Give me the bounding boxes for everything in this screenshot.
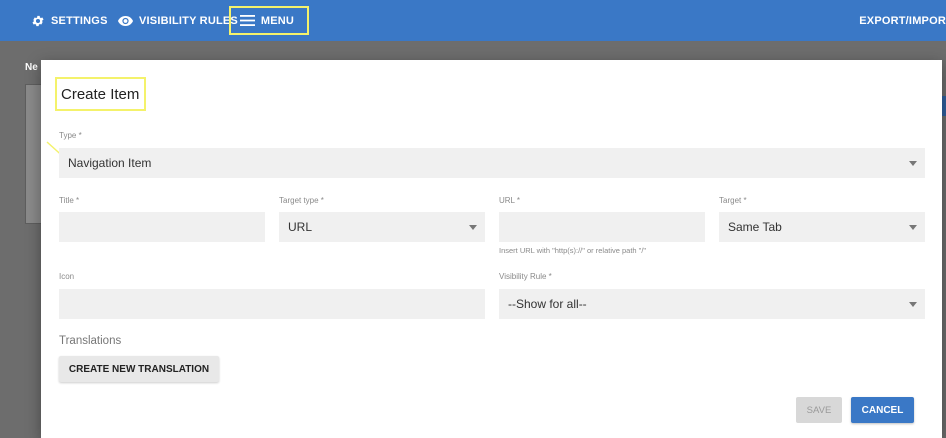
target-type-label: Target type *	[279, 196, 324, 205]
target-type-select-value: URL	[288, 220, 313, 234]
top-navigation-bar: SETTINGS VISIBILITY RULES MENU EXPORT/IM…	[0, 0, 946, 41]
visibility-rules-nav-button[interactable]: VISIBILITY RULES	[118, 0, 238, 41]
type-select[interactable]: Navigation Item	[59, 148, 925, 178]
visibility-rules-nav-label: VISIBILITY RULES	[139, 14, 238, 27]
icon-label: Icon	[59, 272, 75, 281]
background-page-title: Ne	[25, 62, 38, 73]
export-import-nav-button[interactable]: EXPORT/IMPOR	[859, 0, 946, 41]
type-label: Type *	[59, 131, 82, 140]
create-item-dialog: Create Item Type * Navigation Item Title…	[41, 60, 942, 438]
settings-nav-label: SETTINGS	[51, 14, 108, 27]
visibility-rule-label: Visibility Rule *	[499, 272, 552, 281]
create-new-translation-button[interactable]: CREATE NEW TRANSLATION	[59, 356, 219, 382]
eye-icon	[118, 15, 133, 26]
url-hint: Insert URL with "http(s)://" or relative…	[499, 246, 647, 255]
chevron-down-icon	[909, 302, 917, 307]
dialog-title: Create Item	[55, 77, 146, 111]
title-input[interactable]	[59, 212, 265, 242]
chevron-down-icon	[909, 161, 917, 166]
save-button[interactable]: SAVE	[796, 397, 842, 423]
url-input[interactable]	[499, 212, 705, 242]
chevron-down-icon	[469, 225, 477, 230]
gear-icon	[32, 15, 44, 26]
target-label: Target *	[719, 196, 747, 205]
chevron-down-icon	[909, 225, 917, 230]
menu-nav-label: MENU	[260, 14, 295, 27]
menu-nav-button[interactable]: MENU	[229, 6, 309, 35]
type-select-value: Navigation Item	[68, 156, 152, 170]
hamburger-icon	[239, 15, 255, 26]
background-strip	[942, 96, 946, 116]
target-select[interactable]: Same Tab	[719, 212, 925, 242]
settings-nav-button[interactable]: SETTINGS	[31, 0, 108, 41]
title-label: Title *	[59, 196, 80, 205]
target-type-select[interactable]: URL	[279, 212, 485, 242]
visibility-rule-select-value: --Show for all--	[508, 297, 587, 311]
translations-heading: Translations	[59, 335, 122, 347]
export-import-nav-label: EXPORT/IMPOR	[859, 14, 946, 27]
cancel-button[interactable]: CANCEL	[851, 397, 914, 423]
visibility-rule-select[interactable]: --Show for all--	[499, 289, 925, 319]
icon-input[interactable]	[59, 289, 485, 319]
target-select-value: Same Tab	[728, 220, 782, 234]
url-label: URL *	[499, 196, 521, 205]
